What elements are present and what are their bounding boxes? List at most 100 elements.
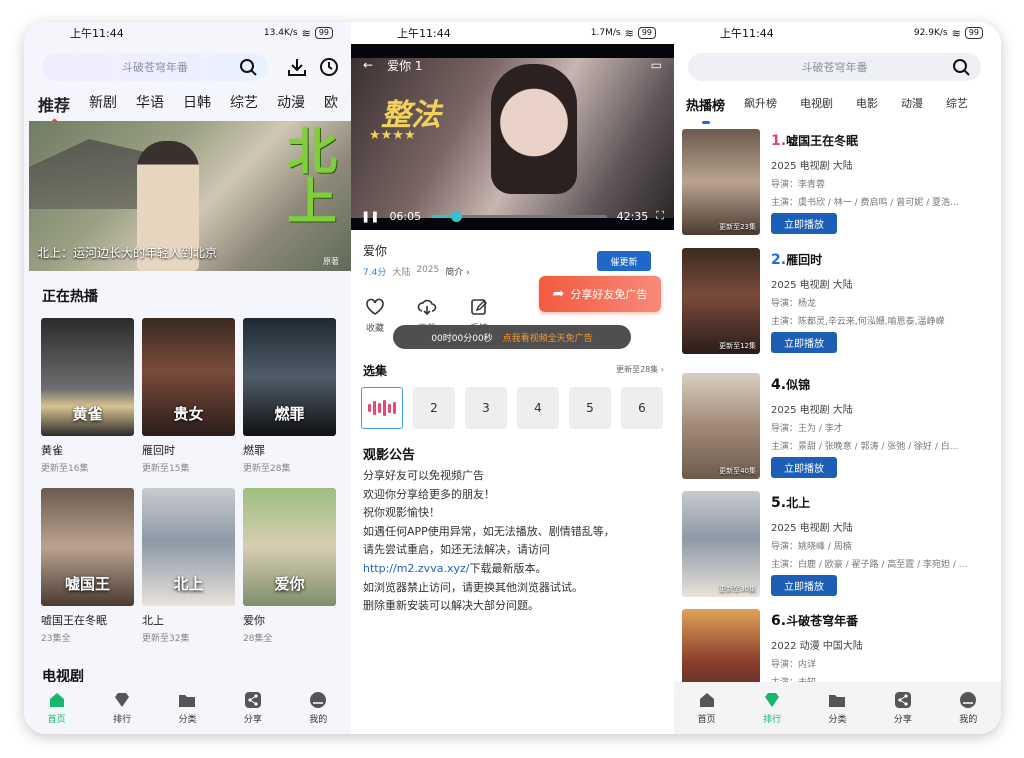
ranking-item[interactable]: 更新至12集 2.雁回时 2025 电视剧 大陆 导演：杨龙 主演：陈都灵,辛云… <box>682 248 993 358</box>
show-poster: 燃罪 <box>243 318 336 436</box>
show-director: 导演：杨龙 <box>771 299 817 309</box>
tab-anime[interactable]: 动漫 <box>277 92 305 116</box>
tab-variety[interactable]: 综艺 <box>946 95 968 114</box>
nav-profile[interactable]: 我的 <box>293 691 343 725</box>
tab-recommend[interactable]: 推荐 <box>38 92 70 124</box>
show-poster: 黄雀 <box>41 318 134 436</box>
phone-screenshots-frame: 上午11:44 13.4K/s ≋ 99 斗破苍穹年番 推荐 新剧 华语 日韩 … <box>24 22 1001 734</box>
episode-item[interactable]: 5 <box>569 387 611 429</box>
progress-knob[interactable] <box>451 210 463 222</box>
nav-category[interactable]: 分类 <box>812 691 862 725</box>
video-person-art <box>491 64 577 194</box>
play-now-button[interactable]: 立即播放 <box>771 575 837 596</box>
tab-jpkr[interactable]: 日韩 <box>183 92 211 116</box>
show-director: 导演：李青蓉 <box>771 180 826 190</box>
home-icon <box>699 693 714 707</box>
category-tabs: 推荐 新剧 华语 日韩 综艺 动漫 欧 <box>38 92 351 124</box>
share-for-no-ads-button[interactable]: ➦ 分享好友免广告 <box>539 276 661 312</box>
search-icon[interactable] <box>238 57 258 77</box>
nav-ranking[interactable]: 排行 <box>97 691 147 725</box>
show-card[interactable]: 北上 北上 更新至32集 <box>142 488 235 644</box>
show-cast: 主演：白鹿 / 欧豪 / 翟子路 / 高至霆 / 李宛妲 / ... <box>771 560 968 570</box>
ad-free-timer[interactable]: 00时00分00秒 点我看视频全天免广告 <box>393 325 631 349</box>
notice-body: 分享好友可以免视频广告 欢迎你分享给更多的朋友！ 祝你观影愉快！ 如遇任何APP… <box>363 469 615 613</box>
show-poster: 爱你 <box>243 488 336 606</box>
total-time: 42:35 <box>616 209 649 223</box>
episodes-title: 选集 <box>363 364 388 378</box>
status-speed: 92.9K/s <box>913 28 948 38</box>
banner-caption: 北上：运河边长大的年轻人到北京 <box>37 246 218 260</box>
player-title: 爱你 1 <box>387 58 423 73</box>
show-title: 燃罪 <box>243 444 265 457</box>
nav-category[interactable]: 分类 <box>162 691 212 725</box>
show-title: 嘘国王在冬眠 <box>41 614 107 627</box>
progress-bar[interactable] <box>431 210 607 222</box>
current-time: 06:05 <box>389 209 422 223</box>
play-now-button[interactable]: 立即播放 <box>771 332 837 353</box>
episodes-update[interactable]: 更新至28集 › <box>616 364 664 375</box>
ranking-icon <box>115 693 130 707</box>
play-now-button[interactable]: 立即播放 <box>771 213 837 234</box>
episode-item[interactable]: 2 <box>413 387 455 429</box>
show-card[interactable]: 贵女 雁回时 更新至15集 <box>142 318 235 474</box>
episode-item[interactable]: 3 <box>465 387 507 429</box>
nav-profile[interactable]: 我的 <box>943 691 993 725</box>
episode-item[interactable]: 4 <box>517 387 559 429</box>
tab-anime[interactable]: 动漫 <box>901 95 923 114</box>
pause-icon[interactable]: ❚❚ <box>361 210 379 223</box>
banner-title-art: 北上 <box>279 125 338 225</box>
wifi-icon: ≋ <box>301 26 311 40</box>
show-cast: 主演：虞书欣 / 林一 / 费启鸣 / 曾可妮 / 夏浩... <box>771 198 959 208</box>
episode-playing[interactable] <box>361 387 403 429</box>
tab-new[interactable]: 新剧 <box>89 92 117 116</box>
hero-banner[interactable]: 北上 北上：运河边长大的年轻人到北京 原著 <box>29 121 351 271</box>
ranking-item[interactable]: 更新至40集 4.似锦 2025 电视剧 大陆 导演：王为 / 李才 主演：景甜… <box>682 373 993 483</box>
nav-home[interactable]: 首页 <box>682 691 732 725</box>
show-info: 2025 电视剧 大陆 <box>771 405 853 416</box>
player-screen: 上午11:44 1.7M/s ≋ 99 整法 ★★★★ ← 爱你 1 ▭ ❚❚ … <box>351 22 674 734</box>
history-icon[interactable] <box>318 56 340 78</box>
show-update: 更新至16集 <box>41 464 89 474</box>
year: 2025 <box>416 265 440 275</box>
search-input[interactable]: 斗破苍穹年番 <box>42 53 268 81</box>
search-icon[interactable] <box>951 57 971 77</box>
show-update: 28集全 <box>243 634 273 644</box>
show-card[interactable]: 燃罪 燃罪 更新至28集 <box>243 318 336 474</box>
nav-share[interactable]: 分享 <box>228 691 278 725</box>
ranking-item[interactable]: 更新至30集 5.北上 2025 电视剧 大陆 导演：姚晓峰 / 周楠 主演：白… <box>682 491 993 601</box>
tab-movie[interactable]: 电影 <box>856 95 878 114</box>
cast-screen-icon[interactable]: ▭ <box>651 58 662 72</box>
nav-ranking[interactable]: 排行 <box>747 691 797 725</box>
download-link[interactable]: http://m2.zvva.xyz/ <box>363 562 469 575</box>
rating: 7.4分 <box>363 268 387 278</box>
search-input[interactable]: 斗破苍穹年番 <box>688 53 981 81</box>
tab-chinese[interactable]: 华语 <box>136 92 164 116</box>
urge-update-button[interactable]: 催更新 <box>597 251 651 271</box>
share-icon <box>244 692 261 708</box>
nav-share[interactable]: 分享 <box>878 691 928 725</box>
show-card[interactable]: 嘘国王 嘘国王在冬眠 23集全 <box>41 488 134 644</box>
video-player[interactable]: 整法 ★★★★ ← 爱你 1 ▭ ❚❚ 06:05 42:35 ⛶ <box>351 44 674 230</box>
episode-item[interactable]: 6 <box>621 387 663 429</box>
tab-rising[interactable]: 飙升榜 <box>744 95 777 114</box>
show-update: 更新至28集 <box>243 464 291 474</box>
show-card[interactable]: 爱你 爱你 28集全 <box>243 488 336 644</box>
fullscreen-icon[interactable]: ⛶ <box>656 209 664 223</box>
show-card[interactable]: 黄雀 黄雀 更新至16集 <box>41 318 134 474</box>
back-arrow-icon[interactable]: ← <box>363 58 373 72</box>
search-placeholder: 斗破苍穹年番 <box>122 61 188 74</box>
tab-variety[interactable]: 综艺 <box>230 92 258 116</box>
nav-home[interactable]: 首页 <box>32 691 82 725</box>
download-icon[interactable] <box>286 56 308 78</box>
show-title: 爱你 <box>363 244 388 258</box>
tab-western[interactable]: 欧 <box>324 92 338 116</box>
play-now-button[interactable]: 立即播放 <box>771 457 837 478</box>
timer-hint: 点我看视频全天免广告 <box>502 333 593 344</box>
tab-hot[interactable]: 热播榜 <box>686 95 725 124</box>
show-name: 4.似锦 <box>771 377 811 393</box>
favorite-button[interactable]: 收藏 <box>363 297 387 334</box>
status-time: 上午11:44 <box>70 27 124 40</box>
intro-link[interactable]: 简介 › <box>445 265 469 278</box>
ranking-item[interactable]: 更新至23集 1.嘘国王在冬眠 2025 电视剧 大陆 导演：李青蓉 主演：虞书… <box>682 129 993 239</box>
tab-tv[interactable]: 电视剧 <box>800 95 833 114</box>
